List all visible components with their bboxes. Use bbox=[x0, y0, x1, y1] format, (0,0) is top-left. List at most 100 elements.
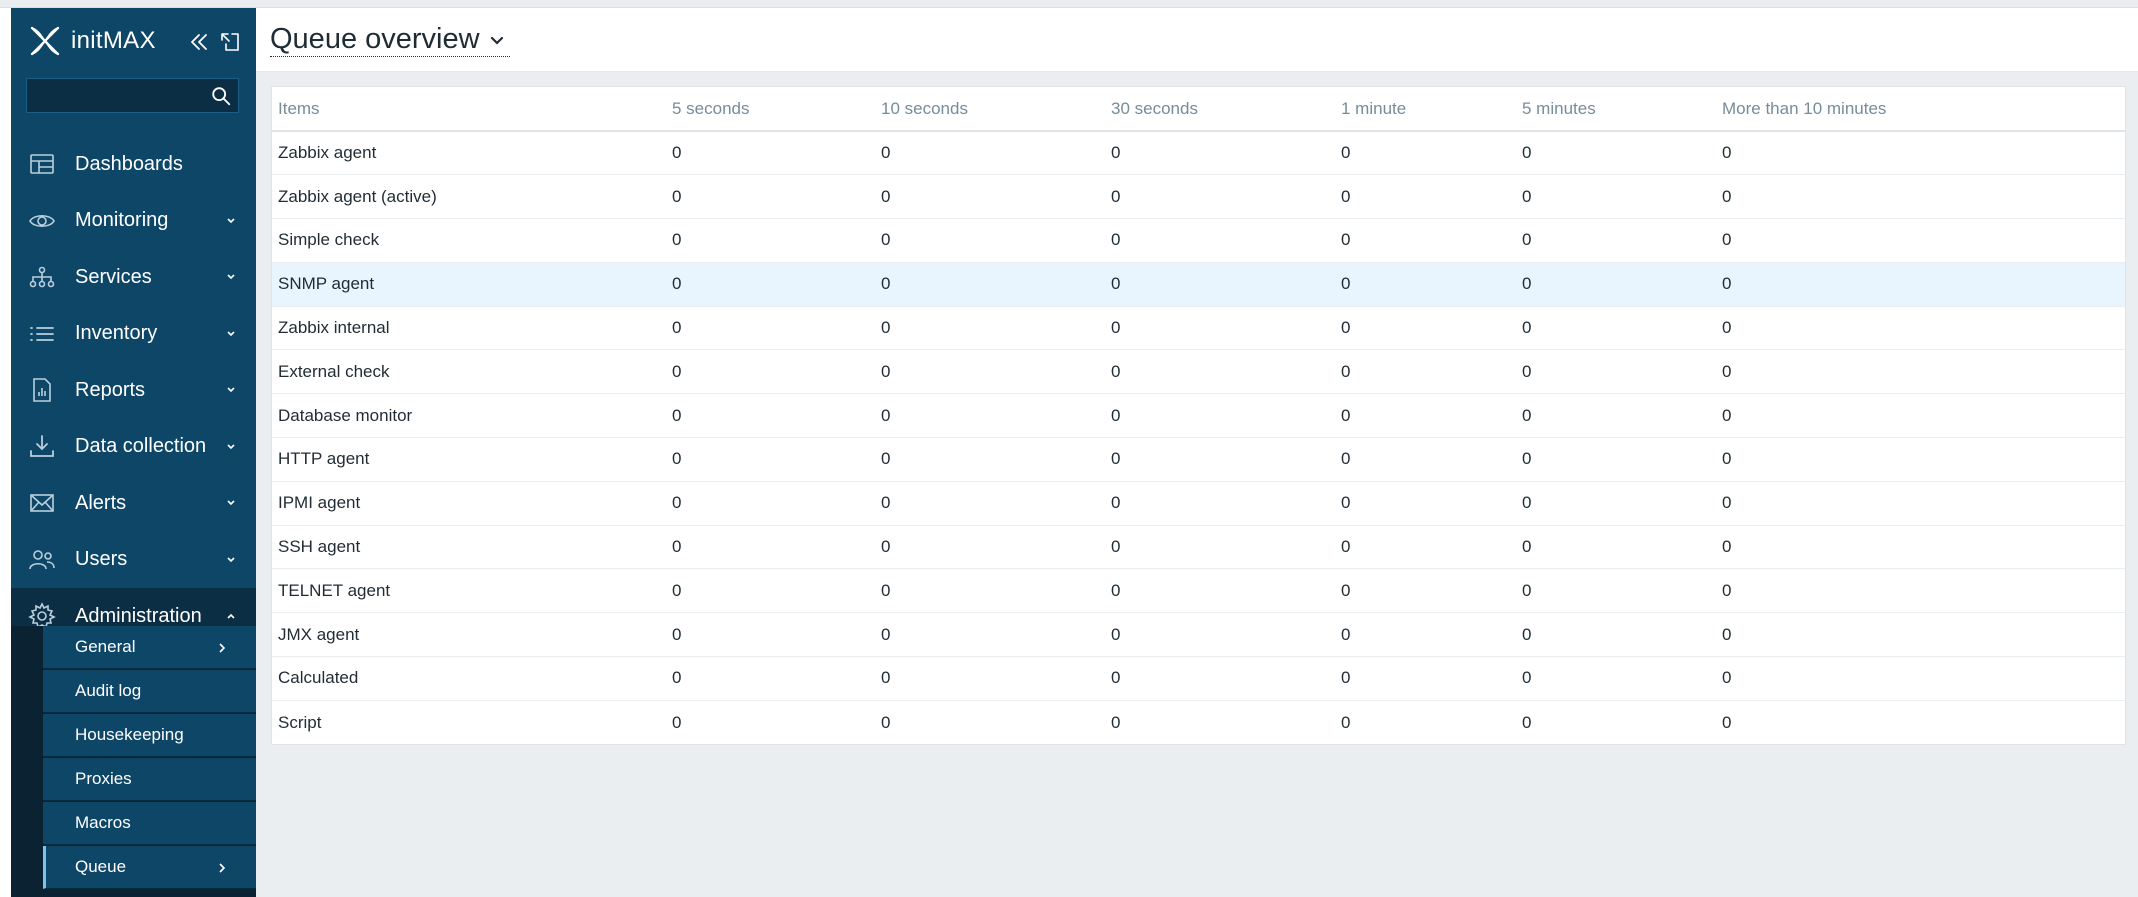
chevron-down-icon bbox=[224, 383, 238, 397]
sidebar-item-dashboards[interactable]: Dashboards bbox=[11, 136, 256, 193]
queue-count-cell: 0 bbox=[666, 612, 875, 658]
queue-count-cell: 0 bbox=[875, 131, 1105, 176]
sidebar-item-users[interactable]: Users bbox=[11, 532, 256, 589]
kiosk-mode-icon[interactable] bbox=[218, 30, 242, 54]
table-row: Simple check 0 0 0 0 0 0 bbox=[272, 218, 2125, 263]
submenu-item-audit-log[interactable]: Audit log bbox=[43, 670, 256, 713]
submenu-item-label: Proxies bbox=[75, 769, 132, 788]
sidebar-item-inventory[interactable]: Inventory bbox=[11, 306, 256, 363]
item-type-cell: External check bbox=[272, 349, 666, 395]
queue-count-cell: 0 bbox=[1341, 712, 1351, 732]
sidebar-item-label: Reports bbox=[75, 378, 146, 401]
sidebar-item-label: Data collection bbox=[75, 435, 207, 458]
submenu-item-label: General bbox=[75, 637, 136, 656]
queue-count-cell: 0 bbox=[875, 393, 1105, 439]
queue-count-cell: 0 bbox=[1335, 525, 1516, 570]
collapse-sidebar-icon[interactable] bbox=[187, 30, 211, 54]
main-content: Items 5 seconds 10 seconds 30 seconds 1 … bbox=[256, 72, 2138, 897]
sidebar-item-reports[interactable]: Reports bbox=[11, 362, 256, 419]
search-icon[interactable] bbox=[210, 85, 232, 107]
queue-count-cell: 0 bbox=[1105, 612, 1335, 658]
queue-count-cell: 0 bbox=[1716, 349, 2125, 395]
queue-count-cell: 0 bbox=[1716, 174, 2125, 220]
brand[interactable]: initMAX bbox=[27, 22, 156, 60]
sidebar: initMAX Dashboards Monitoring Services I… bbox=[11, 8, 256, 897]
submenu-item-label: Macros bbox=[75, 813, 131, 832]
table-row: SSH agent 0 0 0 0 0 0 bbox=[272, 525, 2125, 570]
item-type-cell: Zabbix internal bbox=[272, 306, 666, 351]
queue-count-cell: 0 bbox=[1516, 656, 1716, 701]
table-row: Script 0 0 0 0 0 0 bbox=[272, 700, 2125, 744]
queue-count-cell: 0 bbox=[1716, 262, 2125, 307]
queue-count-cell: 0 bbox=[666, 131, 875, 176]
queue-count-cell: 0 bbox=[666, 349, 875, 395]
queue-table-body: Zabbix agent 0 0 0 0 0 0 Zabbix agent (active) 0… bbox=[272, 131, 2125, 744]
queue-count-cell: 0 bbox=[875, 218, 1105, 263]
queue-count-cell: 0 bbox=[875, 306, 1105, 351]
queue-count-cell: 0 bbox=[666, 481, 875, 526]
search-input[interactable] bbox=[27, 79, 207, 112]
item-type-cell: SSH agent bbox=[272, 525, 666, 570]
queue-count-cell: 0 bbox=[1516, 481, 1716, 526]
chevron-up-icon bbox=[224, 609, 238, 623]
administration-submenu: General Audit log Housekeeping Proxies M… bbox=[11, 626, 256, 897]
submenu-item-queue[interactable]: Queue bbox=[43, 846, 256, 889]
queue-count-cell: 0 bbox=[1335, 349, 1516, 395]
queue-count-cell: 0 bbox=[875, 656, 1105, 701]
item-type-cell: HTTP agent bbox=[272, 437, 666, 482]
queue-count-cell: 0 bbox=[666, 568, 875, 614]
sidebar-item-alerts[interactable]: Alerts bbox=[11, 475, 256, 532]
queue-count-cell: 0 bbox=[1105, 262, 1335, 307]
queue-count-cell: 0 bbox=[1716, 656, 2125, 701]
queue-count-cell: 0 bbox=[1105, 174, 1335, 220]
submenu-item-housekeeping[interactable]: Housekeeping bbox=[43, 714, 256, 757]
chevron-down-icon bbox=[224, 270, 238, 284]
queue-count-cell: 0 bbox=[1722, 712, 1732, 732]
submenu-item-proxies[interactable]: Proxies bbox=[43, 758, 256, 801]
download-icon bbox=[28, 433, 56, 461]
top-strip bbox=[0, 0, 2138, 8]
queue-count-cell: 0 bbox=[1335, 656, 1516, 701]
table-row: SNMP agent 0 0 0 0 0 0 bbox=[272, 262, 2125, 307]
sidebar-item-monitoring[interactable]: Monitoring bbox=[11, 193, 256, 250]
queue-count-cell: 0 bbox=[666, 218, 875, 263]
report-icon bbox=[28, 376, 56, 404]
sidebar-item-services[interactable]: Services bbox=[11, 249, 256, 306]
item-type-cell: Zabbix agent bbox=[272, 131, 666, 176]
column-header-5-seconds: 5 seconds bbox=[666, 87, 875, 132]
brand-name: initMAX bbox=[71, 27, 156, 54]
sidebar-item-data-collection[interactable]: Data collection bbox=[11, 419, 256, 476]
queue-count-cell: 0 bbox=[1516, 525, 1716, 570]
queue-count-cell: 0 bbox=[1105, 437, 1335, 482]
table-row: Zabbix internal 0 0 0 0 0 0 bbox=[272, 306, 2125, 351]
item-type-cell: Zabbix agent (active) bbox=[272, 174, 666, 220]
queue-count-cell: 0 bbox=[875, 612, 1105, 658]
queue-count-cell: 0 bbox=[1105, 525, 1335, 570]
table-row: TELNET agent 0 0 0 0 0 0 bbox=[272, 568, 2125, 614]
queue-count-cell: 0 bbox=[1105, 218, 1335, 263]
table-row: Database monitor 0 0 0 0 0 0 bbox=[272, 393, 2125, 439]
page-title-dropdown[interactable]: Queue overview bbox=[270, 22, 510, 57]
submenu-item-general[interactable]: General bbox=[43, 626, 256, 669]
chevron-right-icon bbox=[216, 641, 228, 653]
queue-count-cell: 0 bbox=[1716, 393, 2125, 439]
queue-count-cell: 0 bbox=[1716, 568, 2125, 614]
queue-count-cell: 0 bbox=[1716, 525, 2125, 570]
submenu-item-macros[interactable]: Macros bbox=[43, 802, 256, 845]
queue-count-cell: 0 bbox=[666, 525, 875, 570]
queue-count-cell: 0 bbox=[666, 174, 875, 220]
queue-count-cell: 0 bbox=[666, 306, 875, 351]
queue-count-cell: 0 bbox=[672, 712, 682, 732]
queue-count-cell: 0 bbox=[666, 437, 875, 482]
queue-count-cell: 0 bbox=[1335, 262, 1516, 307]
queue-count-cell: 0 bbox=[1516, 174, 1716, 220]
queue-count-cell: 0 bbox=[1716, 437, 2125, 482]
page-title: Queue overview bbox=[270, 23, 480, 55]
item-type-cell: TELNET agent bbox=[272, 568, 666, 614]
queue-count-cell: 0 bbox=[1105, 349, 1335, 395]
page-header: Queue overview bbox=[256, 8, 2138, 72]
item-type-cell: Database monitor bbox=[272, 393, 666, 439]
queue-count-cell: 0 bbox=[1105, 131, 1335, 176]
queue-count-cell: 0 bbox=[881, 712, 891, 732]
queue-count-cell: 0 bbox=[875, 349, 1105, 395]
